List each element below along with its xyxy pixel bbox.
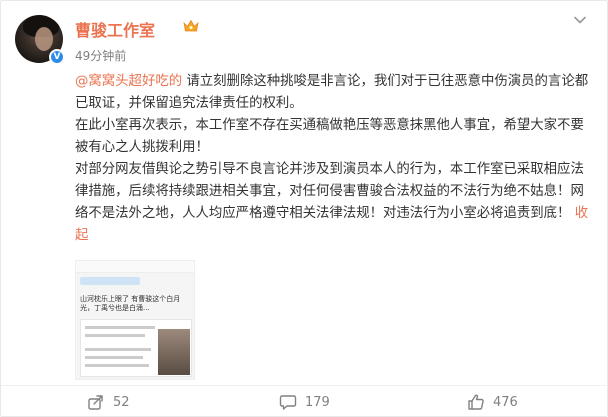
thumb-caption: 山河枕乐上眼了 有曹骏这个白月光，丁禹兮也是白涌... [80, 295, 181, 312]
like-button[interactable]: 476 [467, 386, 518, 417]
share-count: 52 [113, 394, 130, 410]
thumb-line [85, 326, 155, 329]
author-name[interactable]: 曹骏工作室 [75, 17, 155, 41]
action-bar: 52 179 476 [1, 386, 608, 417]
thumbs-up-icon [468, 394, 484, 410]
share-icon [88, 395, 103, 410]
share-button[interactable]: 52 [87, 386, 130, 417]
paragraph-1: @窝窝头超好吃的 请立刻删除这种挑唆是非言论，我们对于已往恶意中伤演员的言论都已… [75, 71, 597, 115]
chevron-down-icon[interactable] [573, 13, 587, 27]
avatar-face [35, 27, 53, 51]
paragraph-3: 对部分网友借舆论之势引导不良言论并涉及到演员本人的行为，本工作室已采取相应法律措… [75, 159, 597, 247]
post-time[interactable]: 49分钟前 [75, 47, 126, 64]
thumb-status-bar [76, 261, 194, 273]
post-image-thumbnail[interactable]: 山河枕乐上眼了 有曹骏这个白月光，丁禹兮也是白涌... [75, 260, 195, 380]
verified-badge-icon: V [49, 49, 65, 65]
comment-count: 179 [305, 394, 330, 410]
thumb-line [85, 356, 143, 359]
mention-link[interactable]: @窝窝头超好吃的 [75, 74, 182, 89]
thumb-line [85, 364, 149, 367]
paragraph-2: 在此小室再次表示，本工作室不存在买通稿做艳压等恶意抹黑他人事宜，希望大家不要被有… [75, 118, 584, 155]
thumb-photo [158, 329, 190, 375]
comment-button[interactable]: 179 [279, 386, 330, 417]
paragraph-3-text: 对部分网友借舆论之势引导不良言论并涉及到演员本人的行为，本工作室已采取相应法律措… [75, 162, 584, 221]
post-content: @窝窝头超好吃的 请立刻删除这种挑唆是非言论，我们对于已往恶意中伤演员的言论都已… [75, 71, 597, 247]
thumb-line [85, 348, 151, 351]
like-count: 476 [493, 394, 518, 410]
thumb-line [85, 334, 145, 337]
weibo-post-card: V 曹骏工作室 49分钟前 @窝窝头超好吃的 请立刻删除这种挑唆是非言论，我们对… [0, 0, 608, 417]
crown-icon[interactable] [183, 19, 199, 33]
comment-icon [279, 395, 297, 410]
thumb-tag [80, 277, 140, 285]
